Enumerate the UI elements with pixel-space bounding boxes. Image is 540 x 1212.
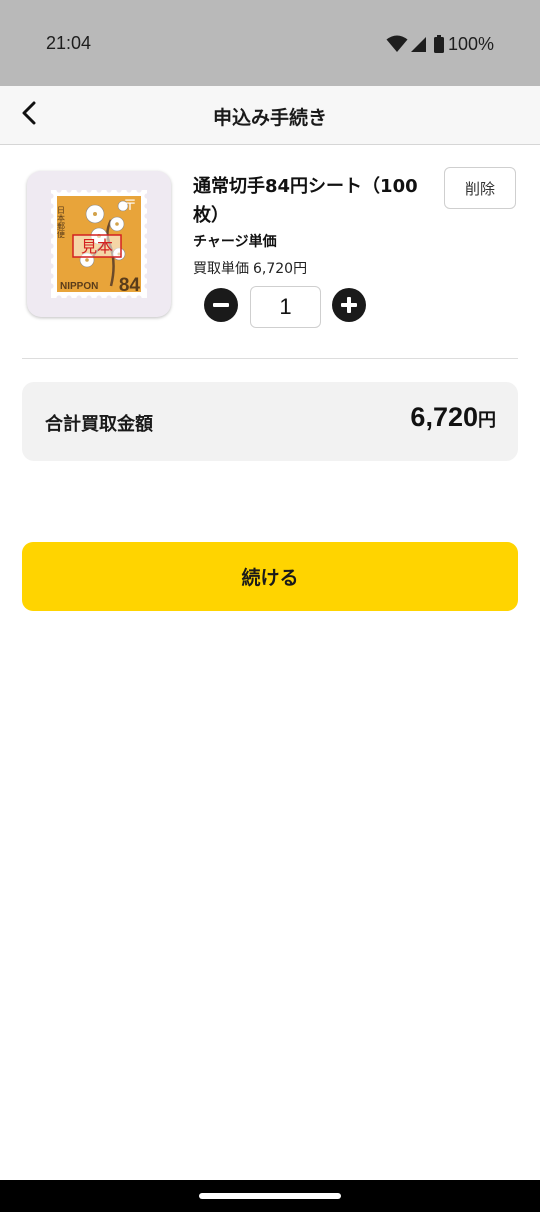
minus-icon: [204, 288, 238, 322]
status-bar: 21:04 100%: [0, 0, 540, 86]
product-type-label: チャージ単価: [193, 234, 277, 250]
product-image: 〒 日本郵便 見本 NIPPON 84: [27, 171, 171, 317]
continue-button[interactable]: 続ける: [22, 542, 518, 611]
stamp-value-label: 84: [119, 275, 141, 296]
unit-price-value: 6,720円: [253, 261, 308, 277]
product-name: 通常切手84円シート（100枚）: [193, 176, 418, 226]
total-label: 合計買取金額: [45, 414, 153, 435]
quantity-input[interactable]: [250, 286, 321, 328]
unit-price-label: 買取単価: [193, 261, 249, 277]
total-amount: 6,720円: [410, 402, 496, 433]
divider: [22, 358, 518, 359]
stamp-country-label: NIPPON: [60, 281, 98, 292]
plus-icon: [332, 288, 366, 322]
page-title: 申込み手続き: [212, 107, 327, 129]
home-gesture-handle[interactable]: [199, 1193, 341, 1199]
stamp-image: 〒 日本郵便 見本 NIPPON 84: [51, 190, 147, 298]
total-card: 合計買取金額 6,720円: [22, 382, 518, 461]
sample-label: 見本: [81, 237, 113, 256]
postal-mark: 〒: [123, 198, 137, 214]
battery-percent: 100%: [447, 33, 494, 54]
decrease-quantity-button[interactable]: [204, 288, 238, 322]
unit-price-row: 買取単価 6,720円: [193, 258, 307, 278]
system-nav-bar: [0, 1180, 540, 1212]
signal-icon: [410, 36, 427, 53]
stamp-vertical-label: 日本郵便: [57, 206, 66, 239]
battery-icon: [433, 35, 444, 53]
status-time: 21:04: [46, 33, 92, 53]
wifi-icon: [386, 35, 408, 53]
app-bar: 申込み手続き: [0, 86, 540, 145]
status-icons: 100%: [386, 33, 494, 55]
total-amount-unit: 円: [478, 410, 496, 431]
total-amount-value: 6,720: [410, 402, 478, 432]
delete-button[interactable]: 削除: [444, 167, 516, 209]
increase-quantity-button[interactable]: [332, 288, 366, 322]
